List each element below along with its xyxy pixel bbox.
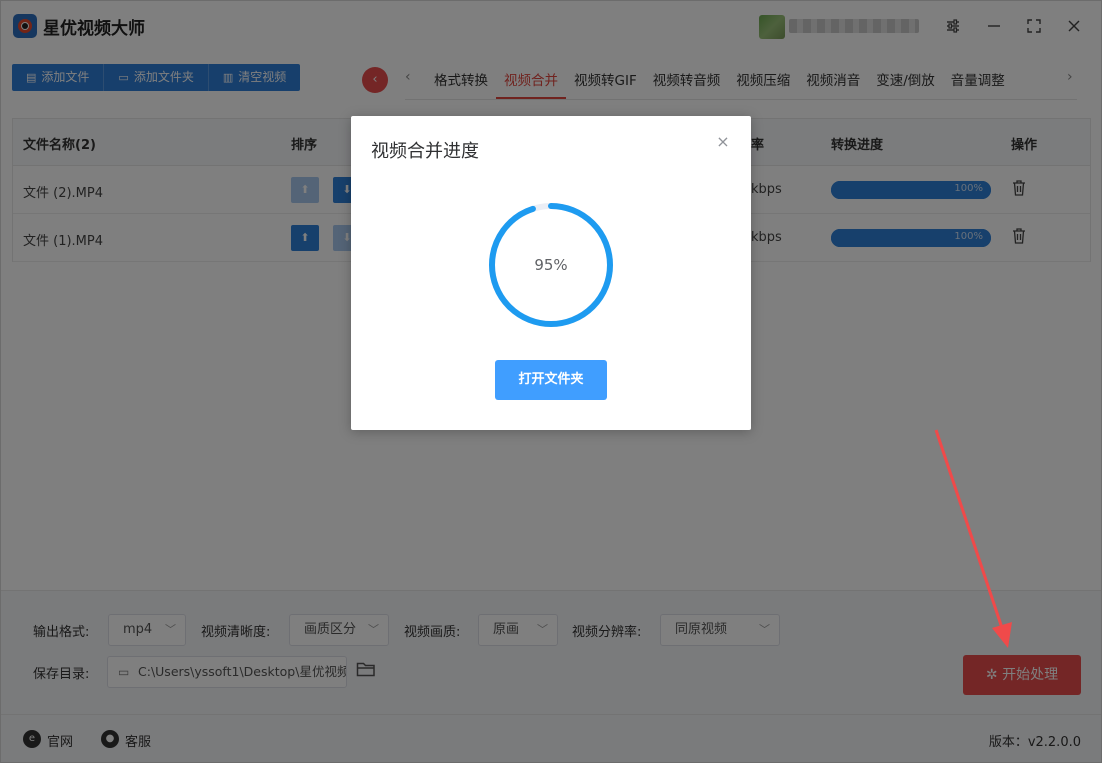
progress-ring: 95% (487, 201, 615, 329)
progress-percent: 95% (534, 256, 568, 274)
merge-progress-dialog: 视频合并进度 × 95% 打开文件夹 (351, 116, 751, 430)
dialog-close-icon[interactable]: × (715, 134, 731, 150)
open-folder-button[interactable]: 打开文件夹 (495, 360, 607, 400)
dialog-title: 视频合并进度 (371, 141, 479, 162)
